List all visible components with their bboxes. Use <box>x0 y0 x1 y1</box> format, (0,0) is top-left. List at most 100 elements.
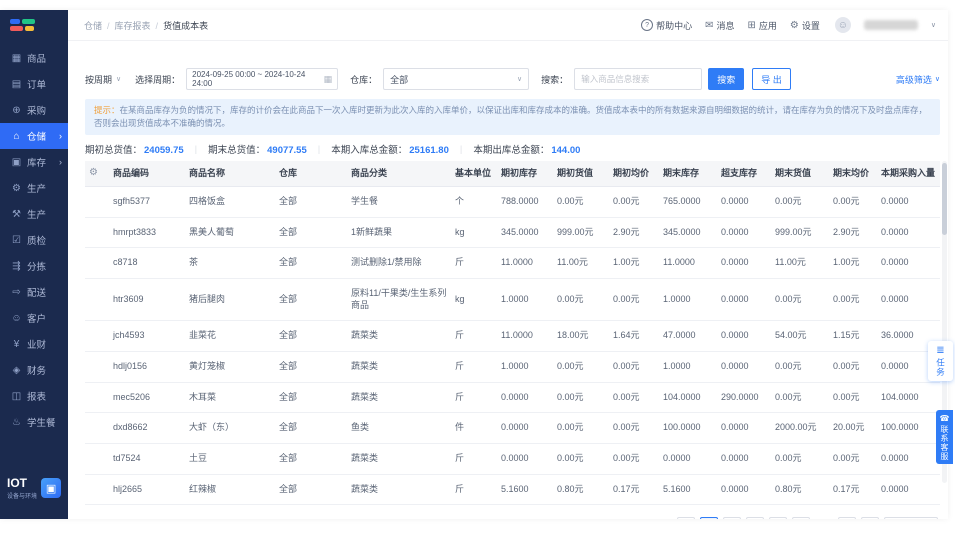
prev-page-button[interactable]: ‹ <box>676 517 695 519</box>
period-mode-select[interactable]: 按周期 ∨ <box>85 73 121 86</box>
sidebar-item-inventory[interactable]: ▣ 库存 › <box>0 149 68 175</box>
customer-service-widget[interactable]: ☎ 联系客服 <box>936 410 953 464</box>
search-input[interactable] <box>574 68 703 90</box>
sidebar-item-warehouse[interactable]: ⌂ 仓储 › <box>0 123 68 149</box>
table-row[interactable]: htr3609 猪后腿肉 全部 原料11/干果类/生生系列商品 kg 1.0000 0.00… <box>85 278 940 322</box>
table-cell: 0.0000 <box>717 217 771 249</box>
user-menu-caret-icon[interactable]: ∨ <box>931 21 936 29</box>
table-cell: kg <box>451 278 497 322</box>
table-row[interactable]: mec5206 木耳菜 全部 蔬菜类斤 0.0000 0.00元 0.00元 104.0000… <box>85 382 940 414</box>
column-settings-icon[interactable]: ⚙ <box>89 167 98 178</box>
table-cell: 0.00元 <box>553 186 609 218</box>
sidebar-item-goods[interactable]: ▦ 商品 <box>0 45 68 71</box>
logo-mark-yellow <box>25 26 34 31</box>
tasks-widget[interactable]: ≣ 任务 <box>928 341 953 381</box>
hint-text: 在某商品库存为负的情况下，库存的计价会在此商品下一次入库时更新为此次入库的入库单… <box>94 105 928 129</box>
table-cell: hlj2665 <box>109 474 185 506</box>
warehouse-select[interactable]: 全部 ∨ <box>383 68 530 90</box>
table-cell: 1.0000 <box>497 278 553 322</box>
date-range-input[interactable]: 2024-09-25 00:00 ~ 2024-10-24 24:00 ▦ <box>186 68 339 90</box>
production-2-icon: ⚒ <box>12 208 21 220</box>
sidebar-item-quality[interactable]: ☑ 质检 <box>0 227 68 253</box>
advanced-filter-link[interactable]: 高级筛选 ∨ <box>896 73 940 86</box>
row-icon-cell <box>85 382 109 414</box>
table-row[interactable]: td7524 土豆 全部 蔬菜类斤 0.0000 0.00元 0.00元 0.0000 0.00… <box>85 443 940 475</box>
table-cell: 蔬菜类 <box>347 351 451 383</box>
message-icon: ✉ <box>705 19 714 31</box>
sidebar-item-label: 报表 <box>27 392 47 403</box>
warehouse-icon: ⌂ <box>13 130 20 142</box>
settings-link[interactable]: ⚙ 设置 <box>790 19 820 32</box>
sidebar-item-label: 仓储 <box>27 132 47 143</box>
sidebar-item-finance[interactable]: ◈ 财务 <box>0 357 68 383</box>
sidebar: ▦ 商品 ▤ 订单 ⊕ 采购 ⌂ 仓储 › ▣ 库存 › ⚙ 生产 ⚒ 生产 ☑ 质检 ⇶ 分拣 ⇨ 配送 ☺ 客户 ¥ 业财 ◈ 财… <box>0 10 68 519</box>
page-ellipsis[interactable]: ... <box>815 517 833 519</box>
table-row[interactable]: c8718 茶全部 测试删除1/禁用除斤 11.0000 11.00元 1.00元 11.0… <box>85 247 940 279</box>
table-row[interactable]: jch4593 韭菜花 全部 蔬菜类斤 11.0000 18.00元 1.64元 47.000… <box>85 320 940 352</box>
page-2-button[interactable]: 2 <box>722 517 741 519</box>
breadcrumb: 仓储 / 库存报表 / 货值成本表 <box>84 19 208 32</box>
calendar-icon: ▦ <box>323 73 333 84</box>
sidebar-item-label: 客户 <box>27 314 47 325</box>
column-header: 期末库存 <box>659 161 717 187</box>
table-row[interactable]: hmrpt3833 黑美人葡萄 全部 1新鲜蔬果 kg 345.0000 999.00元 2.… <box>85 217 940 249</box>
next-page-button[interactable]: › <box>860 517 879 519</box>
table-cell: 木耳菜 <box>185 382 275 414</box>
sidebar-item-reports[interactable]: ◫ 报表 <box>0 383 68 409</box>
summary-item: 期末总货值： 49077.55 <box>208 142 307 156</box>
table-row[interactable]: hdlj0156 黄灯笼椒 全部 蔬菜类斤 1.0000 0.00元 0.00元 1.0000… <box>85 351 940 383</box>
table-cell: 1.0000 <box>659 351 717 383</box>
sidebar-item-sorting[interactable]: ⇶ 分拣 <box>0 253 68 279</box>
goods-icon: ▦ <box>11 52 22 64</box>
table-cell: 学生餐 <box>347 186 451 218</box>
finance-icon: ◈ <box>12 364 21 376</box>
search-button[interactable]: 搜索 <box>708 68 745 90</box>
summary-item: 本期入库总金额： 25161.80 <box>331 142 449 156</box>
sidebar-item-biz-finance[interactable]: ¥ 业财 <box>0 331 68 357</box>
messages-link[interactable]: ✉ 消息 <box>705 19 734 32</box>
sidebar-item-delivery[interactable]: ⇨ 配送 <box>0 279 68 305</box>
sidebar-footer: IOT 设备与环境 ▣ <box>0 463 68 519</box>
table-cell: 54.00元 <box>771 320 829 352</box>
table-cell: 0.0000 <box>497 412 553 445</box>
table-cell: kg <box>451 217 497 249</box>
sidebar-item-production[interactable]: ⚙ 生产 <box>0 175 68 201</box>
table-cell: 0.00元 <box>771 382 829 414</box>
sidebar-item-production-2[interactable]: ⚒ 生产 <box>0 201 68 227</box>
sidebar-item-customers[interactable]: ☺ 客户 <box>0 305 68 331</box>
user-avatar[interactable]: ☺ <box>834 17 851 33</box>
page-5-button[interactable]: 5 <box>791 517 810 519</box>
scrollbar-thumb[interactable] <box>942 163 947 236</box>
sidebar-item-label: 财务 <box>27 366 47 377</box>
page-8-button[interactable]: 8 <box>837 517 856 519</box>
table-cell: 0.17元 <box>829 474 877 506</box>
table-cell: 0.00元 <box>829 278 877 322</box>
table-row[interactable]: dxd8662 大虾（东） 全部 鱼类件 0.0000 0.00元 0.00元 100.000… <box>85 412 940 445</box>
table-cell: 全部 <box>275 247 347 279</box>
table-cell: 0.0000 <box>717 320 771 352</box>
sidebar-item-student-meals[interactable]: ♨ 学生餐 <box>0 409 68 435</box>
sidebar-item-label: 采购 <box>27 106 47 117</box>
apps-link[interactable]: ⊞ 应用 <box>747 19 776 32</box>
sidebar-item-label: 订单 <box>27 80 47 91</box>
export-button[interactable]: 导 出 <box>752 68 791 90</box>
table-cell: 11.0000 <box>659 247 717 279</box>
table-cell: 0.00元 <box>553 443 609 475</box>
breadcrumb-section[interactable]: 库存报表 <box>115 21 151 31</box>
sidebar-item-procurement[interactable]: ⊕ 采购 <box>0 97 68 123</box>
table-cell: 0.0000 <box>717 186 771 218</box>
page-1-button[interactable]: 1 <box>699 517 718 519</box>
page-3-button[interactable]: 3 <box>745 517 764 519</box>
logo-mark-red <box>10 26 23 31</box>
table-row[interactable]: hlj2665 红辣椒 全部 蔬菜类斤 5.1600 0.80元 0.17元 5.1600 0.… <box>85 474 940 506</box>
tasks-label: 任务 <box>935 358 946 377</box>
sidebar-item-orders[interactable]: ▤ 订单 <box>0 71 68 97</box>
help-center-link[interactable]: ? 帮助中心 <box>641 19 692 32</box>
table-cell: c8718 <box>109 247 185 279</box>
table-cell: 1.00元 <box>609 247 659 279</box>
table-cell: 全部 <box>275 278 347 322</box>
page-4-button[interactable]: 4 <box>768 517 787 519</box>
page-size-select[interactable]: 10 条/页∨ <box>883 517 938 519</box>
table-row[interactable]: sgfh5377 四格饭盒 全部 学生餐个 788.0000 0.00元 0.00元 765.… <box>85 186 940 218</box>
breadcrumb-root[interactable]: 仓储 <box>84 21 102 31</box>
